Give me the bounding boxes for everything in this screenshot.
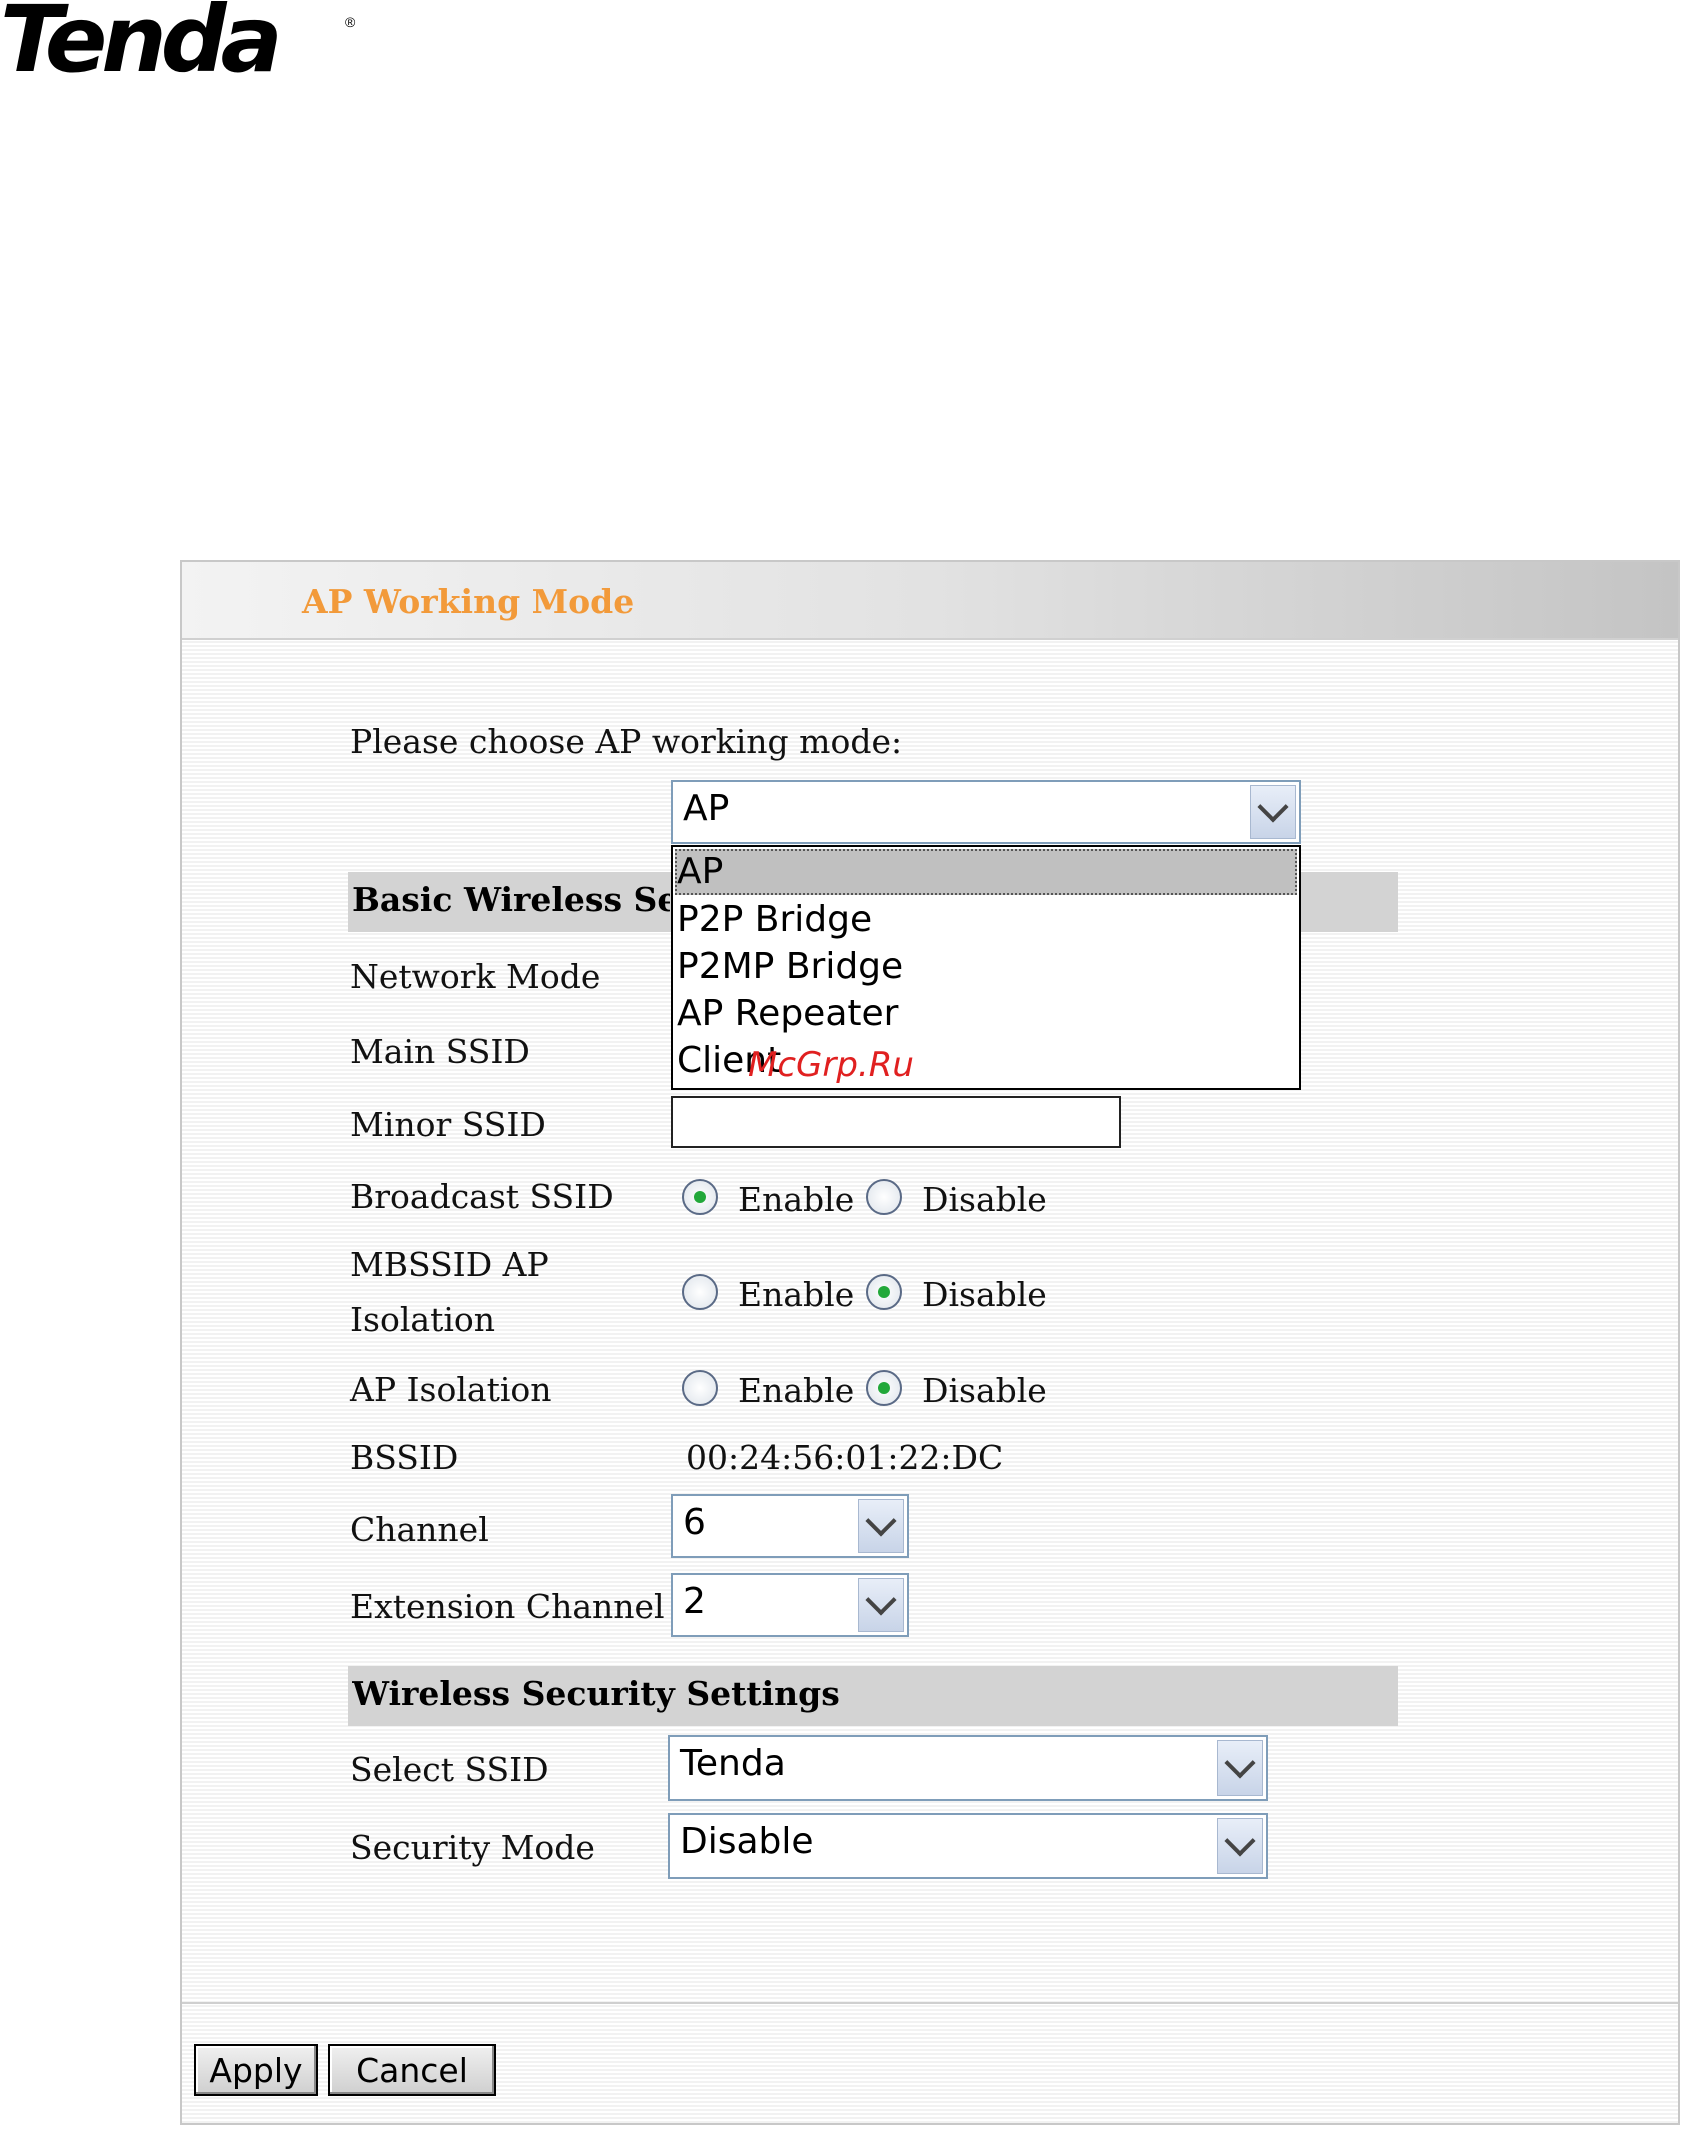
mbssid-label-line2: Isolation — [350, 1300, 496, 1339]
broadcast-ssid-label: Broadcast SSID — [350, 1177, 614, 1216]
cancel-button[interactable]: Cancel — [328, 2044, 496, 2096]
ap-mode-option-ap-repeater[interactable]: AP Repeater — [677, 991, 898, 1037]
main-ssid-label: Main SSID — [350, 1032, 530, 1071]
logo-registered-mark: ® — [345, 14, 356, 30]
network-mode-label: Network Mode — [350, 957, 601, 996]
select-ssid-selected: Tenda — [680, 1743, 786, 1784]
ap-isolation-label: AP Isolation — [350, 1370, 552, 1409]
select-ssid-label: Select SSID — [350, 1750, 549, 1789]
ap-mode-select[interactable]: AP — [671, 780, 1301, 844]
broadcast-disable-label: Disable — [922, 1180, 1047, 1219]
mbssid-disable-radio[interactable] — [866, 1274, 902, 1310]
panel-header: AP Working Mode — [182, 562, 1678, 640]
apply-button[interactable]: Apply — [194, 2044, 318, 2096]
bssid-value: 00:24:56:01:22:DC — [686, 1438, 1004, 1477]
select-ssid-select[interactable]: Tenda — [668, 1735, 1268, 1801]
basic-settings-title: Basic Wireless Settings — [352, 880, 670, 919]
chevron-down-icon[interactable] — [1217, 1740, 1263, 1796]
tenda-logo: Tenda ® — [0, 0, 360, 93]
mbssid-enable-label: Enable — [738, 1275, 855, 1314]
mbssid-label-line1: MBSSID AP — [350, 1245, 549, 1284]
chevron-down-icon[interactable] — [1250, 785, 1296, 839]
ap-mode-selected: AP — [683, 788, 730, 829]
ap-isolation-enable-label: Enable — [738, 1371, 855, 1410]
minor-ssid-label: Minor SSID — [350, 1105, 546, 1144]
security-mode-select[interactable]: Disable — [668, 1813, 1268, 1879]
minor-ssid-input[interactable] — [671, 1096, 1121, 1148]
channel-label: Channel — [350, 1510, 489, 1549]
security-mode-selected: Disable — [680, 1821, 814, 1862]
channel-select[interactable]: 6 — [671, 1494, 909, 1558]
extension-channel-selected: 2 — [683, 1581, 706, 1622]
ap-isolation-enable-radio[interactable] — [682, 1370, 718, 1406]
panel-title: AP Working Mode — [302, 582, 635, 621]
ap-mode-option-p2p-bridge[interactable]: P2P Bridge — [677, 897, 872, 943]
ap-isolation-disable-radio[interactable] — [866, 1370, 902, 1406]
broadcast-enable-radio[interactable] — [682, 1179, 718, 1215]
security-settings-title: Wireless Security Settings — [352, 1674, 840, 1713]
security-mode-label: Security Mode — [350, 1828, 595, 1867]
extension-channel-select[interactable]: 2 — [671, 1573, 909, 1637]
ap-mode-option-ap[interactable]: AP — [675, 849, 1297, 895]
chevron-down-icon[interactable] — [858, 1499, 904, 1553]
broadcast-enable-label: Enable — [738, 1180, 855, 1219]
mbssid-enable-radio[interactable] — [682, 1274, 718, 1310]
bssid-label: BSSID — [350, 1438, 459, 1477]
ap-isolation-disable-label: Disable — [922, 1371, 1047, 1410]
chevron-down-icon[interactable] — [858, 1578, 904, 1632]
chevron-down-icon[interactable] — [1217, 1818, 1263, 1874]
broadcast-disable-radio[interactable] — [866, 1179, 902, 1215]
security-settings-bar: Wireless Security Settings — [348, 1666, 1398, 1726]
watermark-text: McGrp.Ru — [748, 1045, 914, 1085]
mode-prompt: Please choose AP working mode: — [350, 722, 903, 761]
mbssid-disable-label: Disable — [922, 1275, 1047, 1314]
extension-channel-label: Extension Channel — [350, 1587, 665, 1626]
ap-mode-option-p2mp-bridge[interactable]: P2MP Bridge — [677, 944, 903, 990]
footer-divider — [182, 2002, 1678, 2004]
logo-text: Tenda — [0, 0, 283, 93]
channel-selected: 6 — [683, 1502, 706, 1543]
